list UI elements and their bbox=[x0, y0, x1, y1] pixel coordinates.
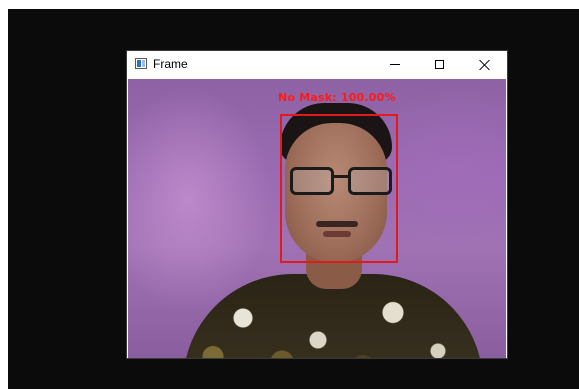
close-button[interactable] bbox=[463, 51, 507, 78]
window-title: Frame bbox=[153, 57, 188, 71]
frame-window[interactable]: Frame No Mask: 100.00% bbox=[127, 51, 507, 358]
detection-label: No Mask: 100.00% bbox=[278, 91, 396, 104]
minimize-icon bbox=[390, 64, 400, 65]
maximize-icon bbox=[434, 60, 444, 69]
maximize-button[interactable] bbox=[417, 51, 461, 78]
minimize-button[interactable] bbox=[373, 51, 417, 78]
webcam-frame: No Mask: 100.00% bbox=[128, 79, 506, 358]
face-detection-box bbox=[280, 114, 398, 263]
app-window-icon bbox=[135, 58, 147, 69]
close-icon bbox=[479, 59, 491, 71]
window-titlebar[interactable]: Frame bbox=[127, 51, 507, 78]
